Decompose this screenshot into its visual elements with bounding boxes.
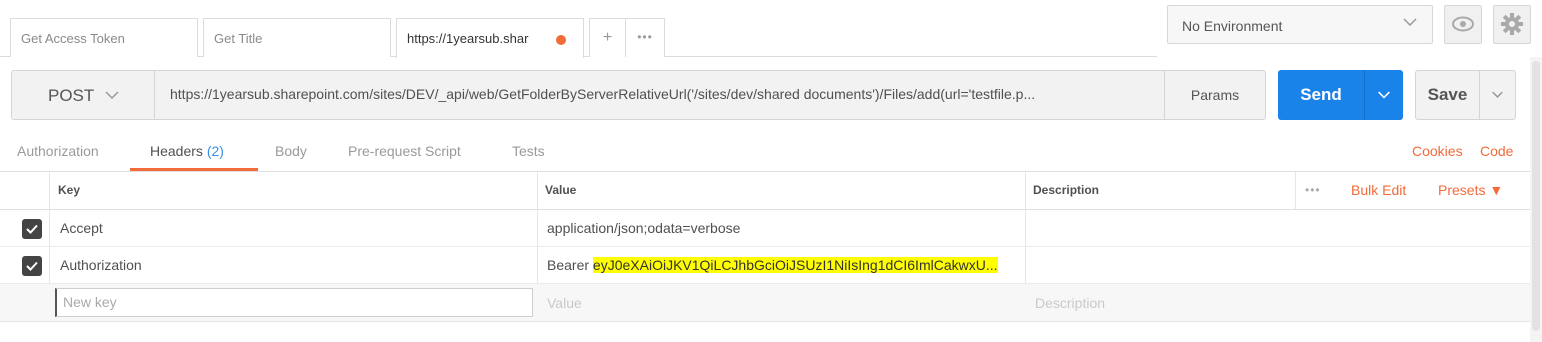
new-header-row: New key Value Description (0, 284, 1530, 322)
scrollbar-thumb[interactable] (1532, 61, 1540, 331)
url-input[interactable]: https://1yearsub.sharepoint.com/sites/DE… (170, 86, 1160, 102)
method-label: POST (48, 86, 95, 105)
unsaved-dot-icon (556, 35, 566, 45)
save-label: Save (1427, 85, 1468, 104)
tab-options-button[interactable]: ••• (625, 18, 665, 57)
environment-quick-look-button[interactable] (1444, 5, 1482, 44)
table-row: Accept application/json;odata=verbose (0, 210, 1530, 247)
method-select[interactable]: POST (12, 71, 155, 119)
chevron-down-icon (1492, 91, 1503, 98)
request-url-bar: POST https://1yearsub.sharepoint.com/sit… (11, 70, 1266, 120)
save-options-button[interactable] (1479, 71, 1515, 119)
more-icon: ••• (637, 30, 653, 44)
presets-dropdown[interactable]: Presets ▼ (1438, 182, 1503, 198)
tab-authorization[interactable]: Authorization (17, 143, 99, 159)
header-key[interactable]: Accept (60, 220, 103, 236)
new-key-input[interactable]: New key (55, 288, 533, 317)
send-label: Send (1300, 85, 1342, 104)
eye-icon (1452, 16, 1474, 32)
checkmark-icon (26, 224, 38, 234)
row-enabled-checkbox[interactable] (22, 219, 42, 239)
environment-select[interactable]: No Environment (1167, 5, 1433, 44)
new-description-input[interactable]: Description (1035, 295, 1105, 311)
chevron-down-icon (1378, 91, 1390, 99)
tab-body[interactable]: Body (275, 143, 307, 159)
checkmark-icon (26, 261, 38, 271)
environment-bar: No Environment (1157, 0, 1542, 57)
plus-icon: + (602, 29, 613, 46)
tab-prerequest-script[interactable]: Pre-request Script (348, 143, 461, 159)
column-options-icon[interactable]: ••• (1305, 183, 1321, 197)
request-sections-tabs: Authorization Headers (2) Body Pre-reque… (0, 134, 1530, 172)
params-button[interactable]: Params (1164, 71, 1265, 119)
gear-icon (1501, 13, 1523, 35)
chevron-down-icon (1403, 18, 1417, 27)
new-tab-button[interactable]: + (589, 18, 626, 57)
tab-headers-label: Headers (150, 143, 203, 159)
column-description: Description (1033, 183, 1100, 197)
tab-headers[interactable]: Headers (2) (150, 143, 224, 159)
save-button[interactable]: Save (1415, 70, 1516, 120)
bulk-edit-link[interactable]: Bulk Edit (1351, 182, 1406, 198)
row-enabled-checkbox[interactable] (22, 256, 42, 276)
header-value-prefix: Bearer (547, 257, 593, 273)
request-tab-strip: Get Access Token Get Title https://1year… (0, 0, 1157, 58)
manage-environments-button[interactable] (1493, 5, 1531, 44)
new-value-input[interactable]: Value (547, 295, 582, 311)
header-value[interactable]: application/json;odata=verbose (547, 220, 740, 236)
column-value: Value (545, 183, 577, 197)
tab-label: Get Title (214, 31, 263, 46)
header-value[interactable]: Bearer eyJ0eXAiOiJKV1QiLCJhbGciOiJSUzI1N… (547, 257, 998, 273)
column-key: Key (58, 183, 81, 197)
send-options-button[interactable] (1364, 70, 1403, 120)
column-divider (1295, 172, 1296, 210)
send-button[interactable]: Send (1278, 70, 1403, 120)
cookies-link[interactable]: Cookies (1412, 143, 1463, 159)
request-tab[interactable]: Get Title (203, 18, 391, 57)
headers-table-header: Key Value Description ••• Bulk Edit Pres… (0, 172, 1530, 210)
table-row: Authorization Bearer eyJ0eXAiOiJKV1QiLCJ… (0, 247, 1530, 284)
tab-label: https://1yearsub.shar (407, 31, 529, 46)
code-link[interactable]: Code (1480, 143, 1513, 159)
active-tab-indicator (130, 168, 258, 171)
chevron-down-icon (105, 91, 119, 100)
request-tab-active[interactable]: https://1yearsub.shar (396, 18, 584, 58)
header-key[interactable]: Authorization (60, 257, 142, 273)
highlighted-token: eyJ0eXAiOiJKV1QiLCJhbGciOiJSUzI1NiIsIng1… (592, 257, 998, 273)
environment-label: No Environment (1182, 18, 1283, 34)
vertical-scrollbar[interactable] (1530, 57, 1542, 342)
request-tab[interactable]: Get Access Token (10, 18, 198, 57)
headers-count-badge: (2) (206, 143, 224, 159)
tab-tests[interactable]: Tests (512, 143, 545, 159)
tab-label: Get Access Token (21, 31, 125, 46)
